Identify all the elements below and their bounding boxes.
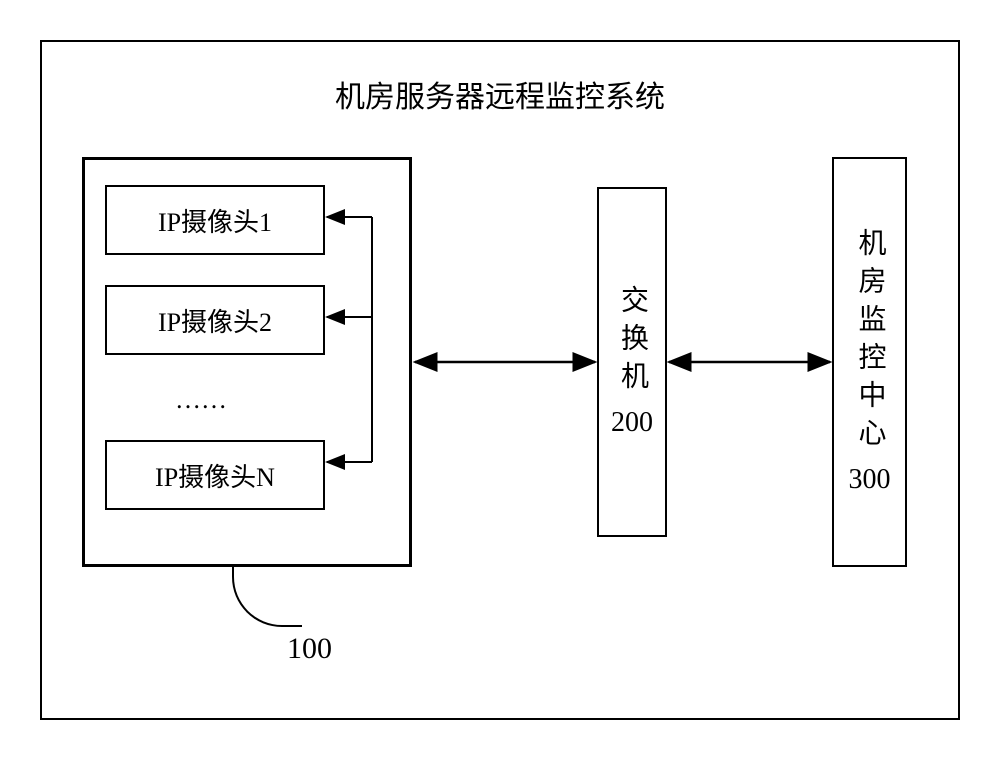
diagram-frame: 机房服务器远程监控系统 IP摄像头1 IP摄像头2 …… IP摄像头N 100 … <box>40 40 960 720</box>
switch-box: 交换机 200 <box>597 187 667 537</box>
switch-label: 交换机 <box>612 285 652 399</box>
switch-number: 200 <box>611 407 653 439</box>
ip-camera-2: IP摄像头2 <box>105 285 325 355</box>
label-100-leader-line <box>232 567 302 627</box>
ip-camera-1: IP摄像头1 <box>105 185 325 255</box>
ip-camera-group: IP摄像头1 IP摄像头2 …… IP摄像头N <box>82 157 412 567</box>
monitor-center-box: 机房监控中心 300 <box>832 157 907 567</box>
ip-camera-n: IP摄像头N <box>105 440 325 510</box>
diagram-title: 机房服务器远程监控系统 <box>42 72 958 116</box>
monitor-label: 机房监控中心 <box>850 228 890 456</box>
ellipsis: …… <box>175 385 389 415</box>
camera-group-number: 100 <box>287 632 332 666</box>
monitor-number: 300 <box>849 464 891 496</box>
